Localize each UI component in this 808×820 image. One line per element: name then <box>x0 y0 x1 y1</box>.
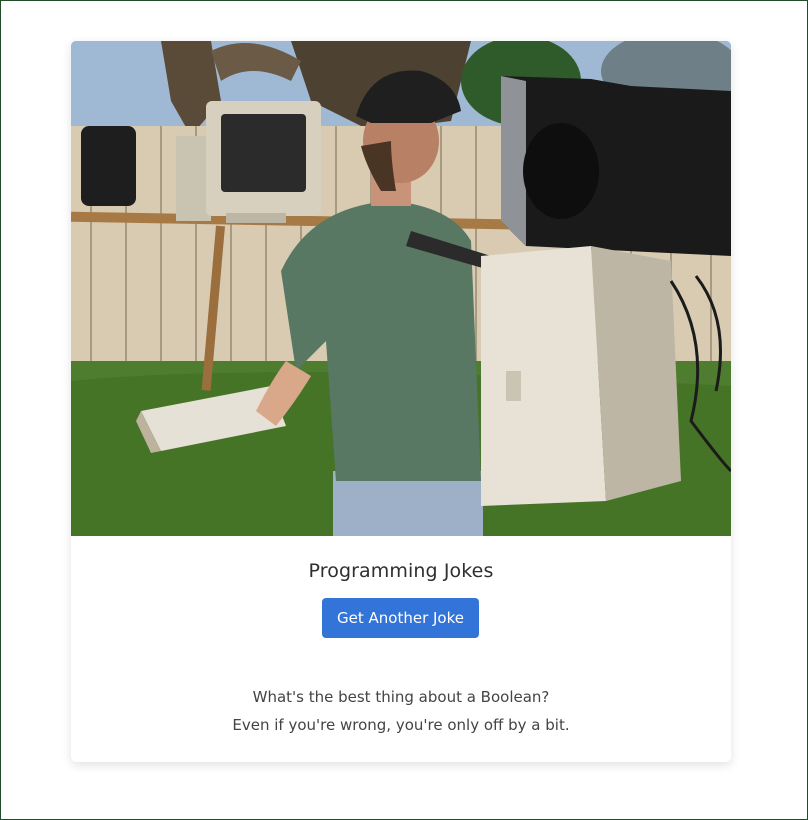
joke-setup: What's the best thing about a Boolean? <box>252 688 550 706</box>
man-with-wearable-computer-photo <box>71 41 731 536</box>
get-another-joke-button[interactable]: Get Another Joke <box>322 598 479 638</box>
joke-punchline: Even if you're wrong, you're only off by… <box>232 716 570 734</box>
joke-card: Programming Jokes Get Another Joke What'… <box>71 41 731 762</box>
page-title: Programming Jokes <box>308 560 494 582</box>
